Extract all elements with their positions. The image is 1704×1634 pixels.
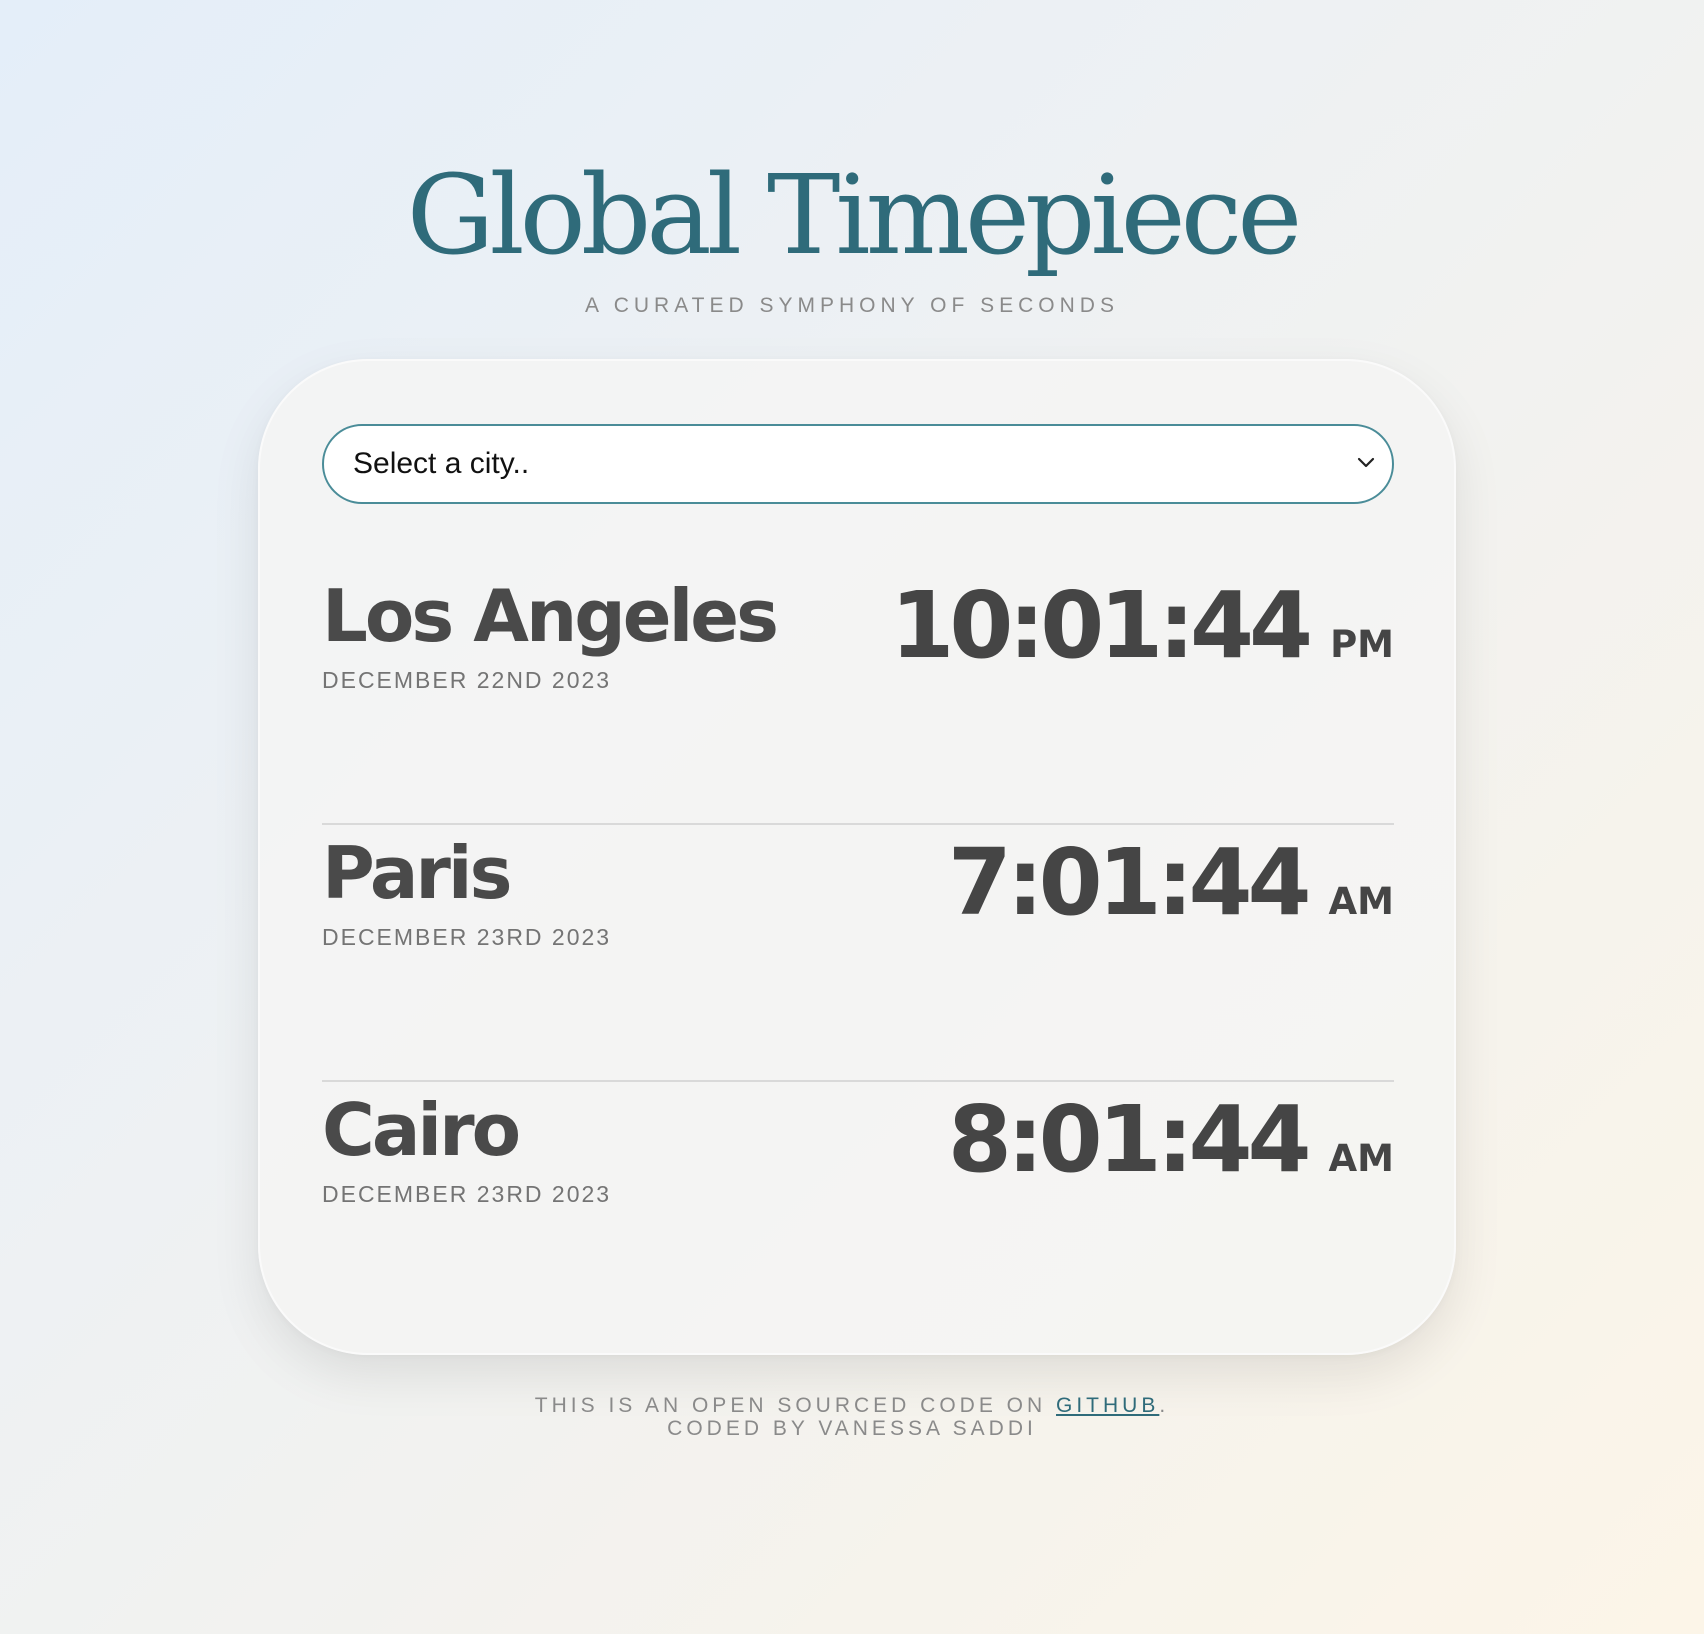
page-subtitle: A CURATED SYMPHONY OF SECONDS	[585, 294, 1119, 317]
city-row-los-angeles: Los Angeles DECEMBER 22ND 2023 10:01:44 …	[322, 566, 1394, 825]
city-time: 7:01:44	[947, 829, 1312, 936]
city-row-paris: Paris DECEMBER 23RD 2023 7:01:44 AM	[322, 823, 1394, 1082]
city-row-cairo: Cairo DECEMBER 23RD 2023 8:01:44 AM	[322, 1080, 1394, 1337]
city-name: Paris	[322, 831, 512, 915]
city-time-display: 8:01:44 AM	[948, 1080, 1394, 1200]
city-time: 8:01:44	[947, 1086, 1312, 1193]
city-date: DECEMBER 22ND 2023	[322, 667, 612, 693]
chevron-down-icon	[1357, 457, 1375, 468]
city-time-period: PM	[1330, 623, 1394, 666]
city-date: DECEMBER 23RD 2023	[322, 1181, 612, 1207]
city-date: DECEMBER 23RD 2023	[322, 924, 612, 950]
city-time-period: AM	[1328, 1137, 1394, 1180]
city-time-period: AM	[1328, 880, 1394, 923]
footer: THIS IS AN OPEN SOURCED CODE ON GITHUB. …	[0, 1394, 1704, 1440]
footer-credit: CODED BY VANESSA SADDI	[667, 1417, 1037, 1440]
city-name: Cairo	[322, 1088, 521, 1172]
github-link[interactable]: GITHUB	[1056, 1394, 1159, 1417]
city-time-display: 10:01:44 PM	[890, 566, 1394, 686]
footer-period: .	[1159, 1394, 1170, 1417]
footer-text: THIS IS AN OPEN SOURCED CODE ON	[534, 1394, 1057, 1417]
city-time-display: 7:01:44 AM	[948, 823, 1394, 943]
clock-card: Select a city.. Los Angeles DECEMBER 22N…	[258, 359, 1456, 1355]
city-select-value: Select a city..	[353, 447, 530, 480]
page-title: Global Timepiece	[406, 151, 1303, 279]
city-name: Los Angeles	[322, 574, 779, 658]
city-time: 10:01:44	[890, 572, 1313, 679]
footer-line-1: THIS IS AN OPEN SOURCED CODE ON GITHUB.	[0, 1394, 1704, 1417]
page: Global Timepiece A CURATED SYMPHONY OF S…	[0, 0, 1704, 1634]
city-select[interactable]: Select a city..	[322, 424, 1394, 504]
